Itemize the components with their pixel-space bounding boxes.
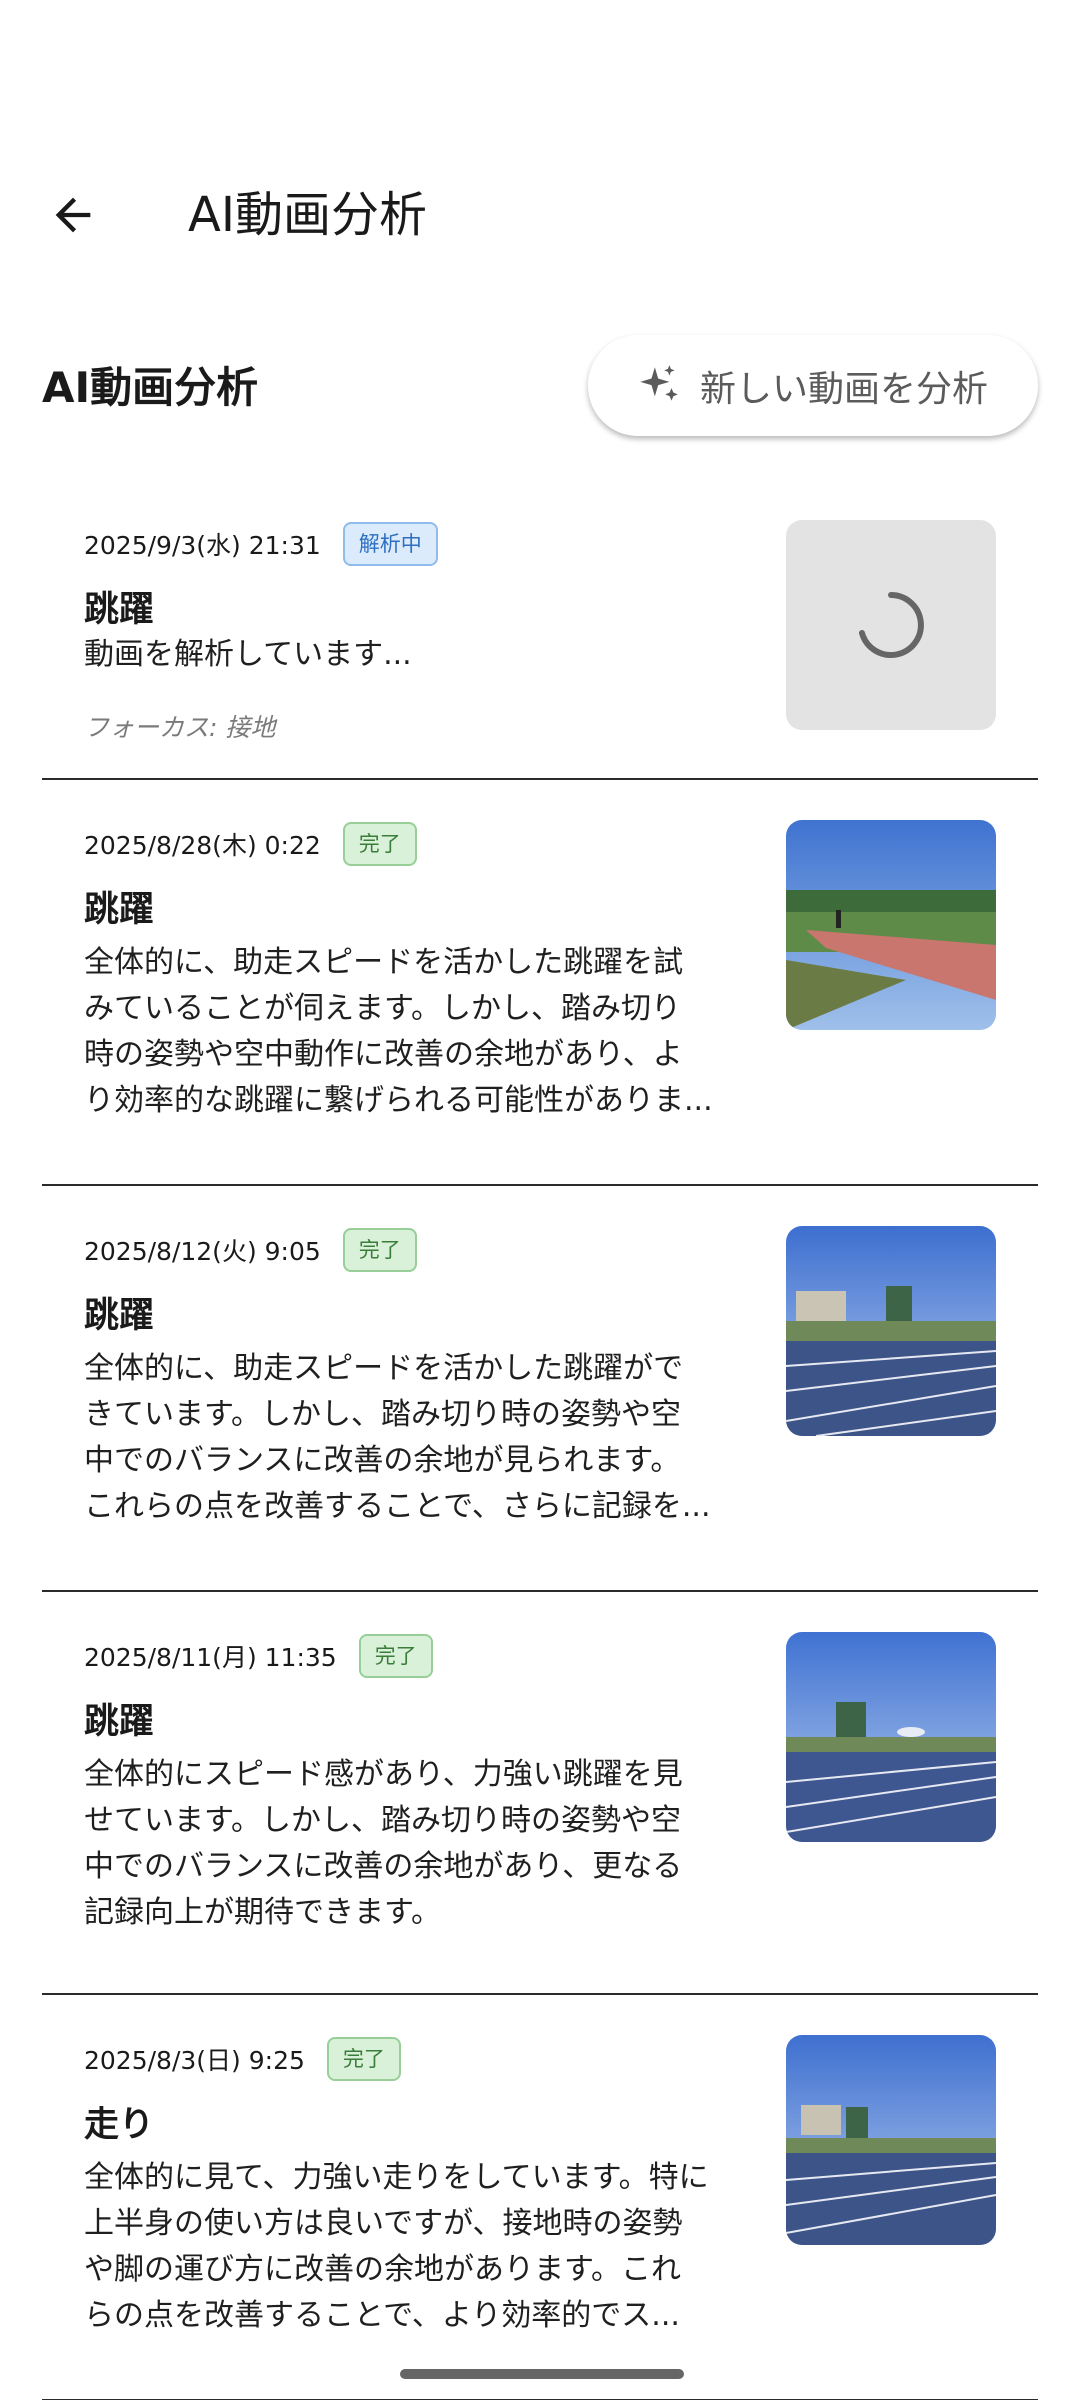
status-badge: 完了 [342, 822, 417, 866]
status-badge: 解析中 [342, 522, 438, 566]
video-thumbnail [786, 1632, 996, 1842]
sparkle-icon [640, 364, 678, 401]
description-line: 時の姿勢や空中動作に改善の余地があり、よ [84, 1037, 683, 1072]
track-red-image [786, 820, 996, 1030]
description-line: 全体的にスピード感があり、力強い跳躍を見 [84, 1757, 683, 1792]
video-thumbnail [786, 820, 996, 1030]
analysis-item[interactable]: 2025/9/3(水) 21:31 解析中 跳躍 動画を解析しています... フ… [42, 480, 1038, 780]
item-description: 動画を解析しています... [84, 632, 804, 678]
description-line: これらの点を改善することで、さらに記録を... [84, 1489, 711, 1524]
video-thumbnail [786, 1226, 996, 1436]
description-line: 中でのバランスに改善の余地が見られます。 [84, 1443, 681, 1478]
item-description: 全体的にスピード感があり、力強い跳躍を見 せています。しかし、踏み切り時の姿勢や… [84, 1752, 804, 1936]
new-analysis-button[interactable]: 新しい動画を分析 [588, 335, 1038, 436]
section-title: AI動画分析 [42, 363, 259, 412]
new-analysis-label: 新しい動画を分析 [700, 368, 989, 410]
analysis-item[interactable]: 2025/8/3(日) 9:25 完了 走り 全体的に見て、力強い走りをしていま… [42, 1995, 1038, 2400]
item-description: 全体的に、助走スピードを活かした跳躍がで きています。しかし、踏み切り時の姿勢や… [84, 1346, 804, 1530]
description-line: や脚の運び方に改善の余地があります。これ [84, 2252, 681, 2287]
item-date: 2025/8/11(月) 11:35 [84, 1643, 337, 1672]
description-line: 全体的に、助走スピードを活かした跳躍を試 [84, 945, 684, 980]
item-title: 跳躍 [84, 1296, 155, 1336]
item-title: 跳躍 [84, 590, 155, 630]
track-blue-image [786, 2035, 996, 2245]
arrow-left-icon [55, 197, 91, 233]
description-line: きています。しかし、踏み切り時の姿勢や空 [84, 1397, 681, 1432]
analysis-item[interactable]: 2025/8/11(月) 11:35 完了 跳躍 全体的にスピード感があり、力強… [42, 1592, 1038, 1995]
home-indicator[interactable] [400, 2369, 684, 2379]
page-title: AI動画分析 [188, 187, 427, 243]
status-badge: 完了 [342, 1228, 417, 1272]
description-line: 中でのバランスに改善の余地があり、更なる [84, 1849, 683, 1884]
description-line: 記録向上が期待できます。 [84, 1895, 441, 1930]
loading-thumbnail [786, 520, 996, 730]
loading-spinner-icon [859, 592, 924, 658]
description-line: り効率的な跳躍に繋げられる可能性がありま... [84, 1083, 713, 1118]
item-title: 跳躍 [84, 890, 155, 930]
description-line: 全体的に見て、力強い走りをしています。特に [84, 2160, 709, 2195]
analysis-item[interactable]: 2025/8/12(火) 9:05 完了 跳躍 全体的に、助走スピードを活かした… [42, 1186, 1038, 1592]
item-focus: フォーカス: 接地 [84, 713, 276, 742]
app-bar: AI動画分析 [0, 160, 1080, 270]
section-header: AI動画分析 新しい動画を分析 [42, 335, 1038, 441]
description-line: 動画を解析しています... [84, 637, 412, 672]
status-badge: 完了 [358, 1634, 433, 1678]
video-thumbnail [786, 2035, 996, 2245]
item-title: 走り [84, 2105, 155, 2145]
item-title: 跳躍 [84, 1702, 155, 1742]
analysis-item[interactable]: 2025/8/28(木) 0:22 完了 跳躍 全体的に、助走スピードを活かした… [42, 780, 1038, 1186]
description-line: 上半身の使い方は良いですが、接地時の姿勢 [84, 2206, 683, 2241]
item-date: 2025/8/3(日) 9:25 [84, 2046, 305, 2075]
description-line: らの点を改善することで、より効率的でス... [84, 2298, 680, 2333]
item-date: 2025/9/3(水) 21:31 [84, 531, 321, 560]
track-blue-image [786, 1226, 996, 1436]
back-button[interactable] [38, 180, 108, 250]
item-description: 全体的に見て、力強い走りをしています。特に 上半身の使い方は良いですが、接地時の… [84, 2155, 804, 2339]
analysis-list: 2025/9/3(水) 21:31 解析中 跳躍 動画を解析しています... フ… [42, 480, 1038, 2400]
item-date: 2025/8/28(木) 0:22 [84, 831, 321, 860]
item-description: 全体的に、助走スピードを活かした跳躍を試 みていることが伺えます。しかし、踏み切… [84, 940, 804, 1124]
status-badge: 完了 [326, 2037, 401, 2081]
description-line: みていることが伺えます。しかし、踏み切り [84, 991, 681, 1026]
description-line: 全体的に、助走スピードを活かした跳躍がで [84, 1351, 684, 1386]
track-blue-image [786, 1632, 996, 1842]
description-line: せています。しかし、踏み切り時の姿勢や空 [84, 1803, 681, 1838]
item-date: 2025/8/12(火) 9:05 [84, 1237, 321, 1266]
